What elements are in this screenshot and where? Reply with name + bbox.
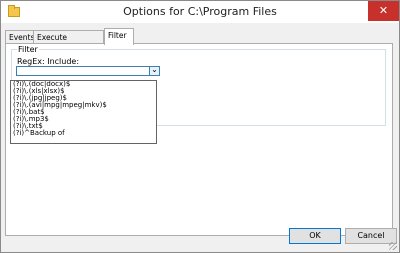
title-bar: Options for C:\Program Files ✕ — [1, 1, 399, 23]
window-title: Options for C:\Program Files — [123, 5, 277, 18]
close-icon: ✕ — [378, 4, 389, 17]
options-dialog: Options for C:\Program Files ✕ Events Ex… — [0, 0, 400, 253]
ok-button[interactable]: OK — [289, 228, 341, 244]
close-button[interactable]: ✕ — [368, 1, 399, 21]
tab-filter[interactable]: Filter — [104, 28, 134, 45]
regex-include-combobox[interactable]: ⌄ — [16, 65, 160, 76]
filter-group-label: Filter — [17, 45, 39, 54]
tab-events[interactable]: Events — [5, 30, 34, 43]
regex-include-label: RegEx: Include: — [17, 57, 80, 66]
combo-dropdown-button[interactable]: ⌄ — [149, 65, 159, 75]
regex-dropdown-list[interactable]: (?i)\.(doc|docx)$ (?i)\.(xls|xlsx)$ (?i)… — [10, 80, 157, 144]
tab-execute-command[interactable]: Execute command — [33, 30, 104, 55]
resize-grip[interactable] — [389, 242, 397, 250]
list-item[interactable]: (?i)^Backup of — [11, 130, 156, 137]
chevron-down-icon: ⌄ — [151, 65, 158, 74]
